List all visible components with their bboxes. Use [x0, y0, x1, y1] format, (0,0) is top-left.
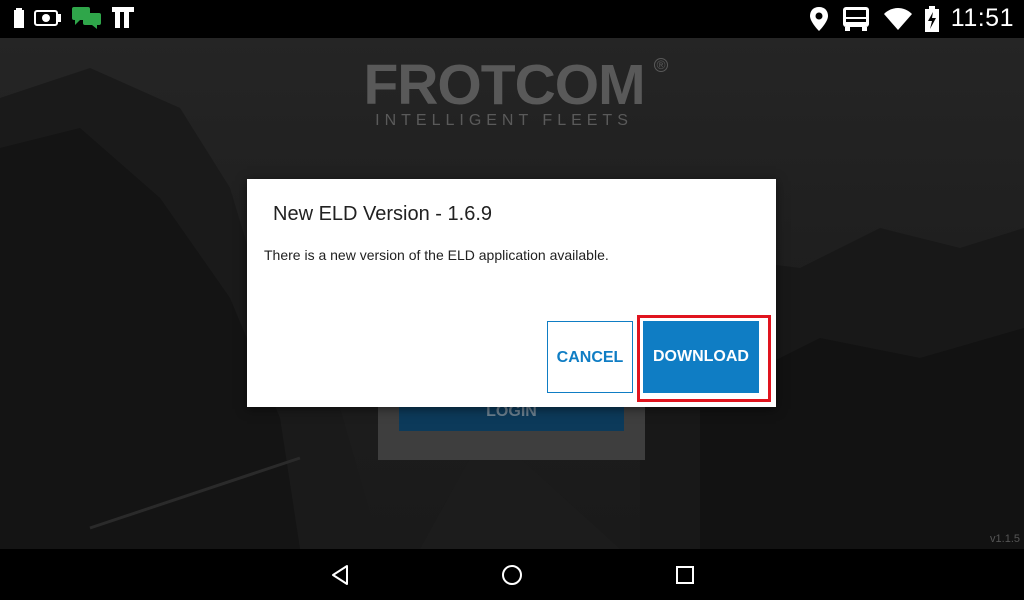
version-label: v1.1.5 — [990, 533, 1020, 545]
wifi-icon — [883, 7, 912, 30]
navigation-bar — [0, 549, 1024, 600]
home-icon[interactable] — [499, 562, 525, 588]
back-icon[interactable] — [328, 562, 354, 588]
status-left-icons — [14, 7, 134, 29]
dialog-message: There is a new version of the ELD applic… — [264, 247, 609, 263]
app-t-icon — [112, 7, 134, 28]
camera-icon — [34, 10, 61, 26]
registered-mark: ® — [654, 58, 668, 72]
battery-icon — [14, 8, 24, 28]
cancel-button[interactable]: CANCEL — [547, 321, 633, 393]
chat-icon — [72, 7, 101, 29]
location-icon — [809, 6, 828, 31]
truck-icon — [842, 6, 869, 31]
frotcom-logo: FROTCOM — [363, 53, 645, 117]
recents-icon[interactable] — [672, 562, 698, 588]
download-button[interactable]: DOWNLOAD — [643, 321, 759, 393]
update-dialog: New ELD Version - 1.6.9 There is a new v… — [247, 179, 776, 407]
logo-tagline: INTELLIGENT FLEETS — [375, 112, 633, 129]
status-right-icons: 11:51 — [809, 4, 1014, 33]
dialog-title: New ELD Version - 1.6.9 — [273, 203, 492, 225]
battery-charging-icon — [924, 5, 939, 32]
status-bar: 11:51 — [0, 0, 1024, 38]
status-clock: 11:51 — [950, 4, 1014, 32]
